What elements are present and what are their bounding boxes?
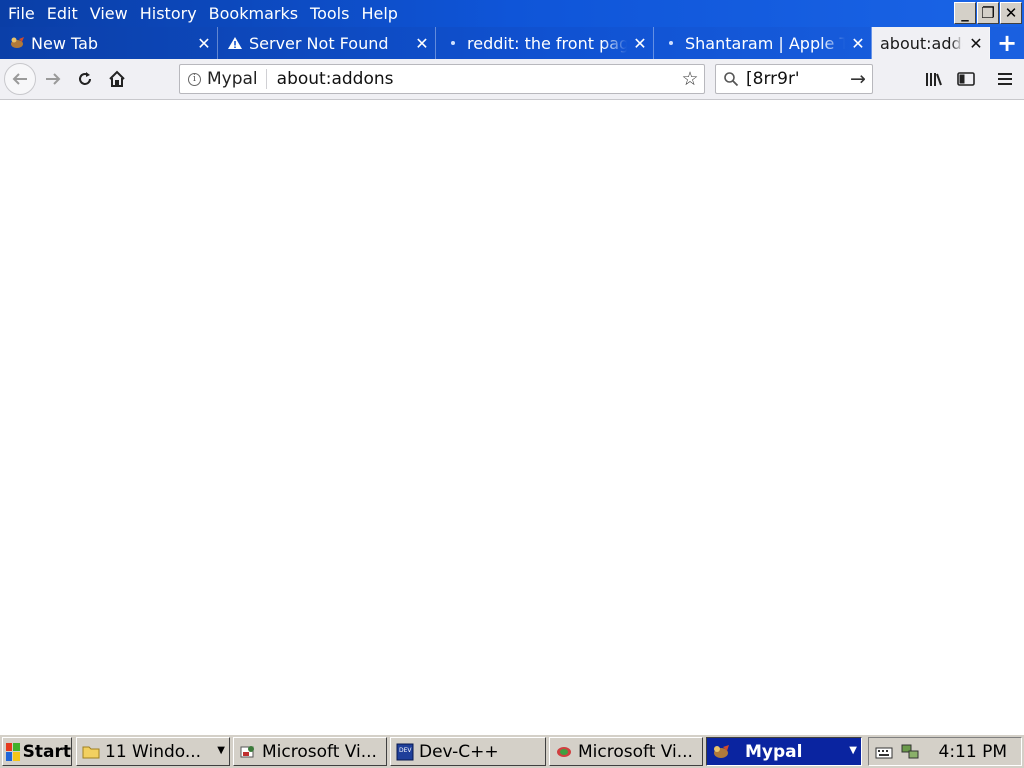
navigation-toolbar: i Mypal about:addons ☆ [8rr9r' → [0, 59, 1024, 100]
menu-bar: File Edit View History Bookmarks Tools H… [0, 0, 1024, 27]
window-controls: _ ❐ ✕ [954, 2, 1022, 24]
close-tab-icon[interactable]: ✕ [963, 34, 989, 53]
menu-file[interactable]: File [2, 0, 41, 27]
plus-icon: + [996, 29, 1018, 57]
menu-help[interactable]: Help [355, 0, 403, 27]
keyboard-icon[interactable] [873, 741, 895, 763]
close-tab-icon[interactable]: ✕ [627, 34, 653, 53]
arrow-right-icon [46, 73, 61, 85]
tab-title: Server Not Found [249, 33, 389, 53]
tab-reddit[interactable]: reddit: the front page ✕ [436, 27, 654, 59]
tab-shantaram[interactable]: Shantaram | Apple TV ✕ [654, 27, 872, 59]
visual-studio-icon [238, 743, 258, 761]
system-tray: 4:11 PM [868, 737, 1022, 766]
taskbar-button-visual-studio-2[interactable]: Microsoft Vi... [549, 737, 703, 766]
sidebar-toggle-button[interactable] [950, 63, 982, 95]
folder-icon [81, 743, 101, 761]
hamburger-icon [998, 73, 1012, 85]
svg-text:DEV: DEV [399, 747, 412, 754]
home-icon [109, 70, 125, 87]
start-label: Start [22, 741, 71, 762]
tab-server-not-found[interactable]: Server Not Found ✕ [218, 27, 436, 59]
forward-button[interactable] [37, 63, 69, 95]
mypal-icon [8, 36, 26, 50]
taskbar-button-label: Mypal [745, 741, 803, 762]
visual-studio-icon [554, 743, 574, 761]
taskbar-button-label: Dev-C++ [419, 741, 499, 762]
mypal-icon [711, 743, 731, 761]
menu-tools[interactable]: Tools [304, 0, 355, 27]
devcpp-icon: DEV [395, 743, 415, 761]
windows-taskbar: Start 11 Windo... ▼ Microsoft Vi... DEV … [0, 734, 1024, 768]
info-icon: i [188, 72, 201, 86]
restore-button[interactable]: ❐ [977, 2, 999, 24]
loading-dot-icon [662, 41, 680, 45]
new-tab-button[interactable]: + [990, 27, 1024, 59]
bookmark-star-icon[interactable]: ☆ [676, 68, 704, 90]
search-bar[interactable]: [8rr9r' → [715, 64, 873, 94]
tab-strip: New Tab ✕ Server Not Found ✕ reddit: the… [0, 27, 1024, 59]
menu-view[interactable]: View [84, 0, 134, 27]
search-icon [716, 71, 746, 87]
taskbar-button-label: Microsoft Vi... [262, 741, 377, 762]
tab-title: reddit: the front page [467, 33, 627, 53]
hamburger-menu-button[interactable] [989, 63, 1021, 95]
search-input[interactable]: [8rr9r' [746, 69, 844, 89]
close-tab-icon[interactable]: ✕ [191, 34, 217, 53]
minimize-button[interactable]: _ [954, 2, 976, 24]
home-button[interactable] [101, 63, 133, 95]
taskbar-button-visual-studio-1[interactable]: Microsoft Vi... [233, 737, 387, 766]
url-input[interactable]: about:addons [267, 69, 676, 89]
taskbar-button-label: 11 Windo... [105, 741, 202, 762]
start-button[interactable]: Start [2, 737, 72, 766]
menu-bookmarks[interactable]: Bookmarks [203, 0, 304, 27]
group-arrow-icon: ▼ [849, 745, 857, 756]
identity-label: Mypal [207, 69, 258, 89]
tab-title: New Tab [31, 33, 99, 53]
tab-title: Shantaram | Apple TV [685, 33, 845, 53]
network-icon[interactable] [899, 741, 921, 763]
arrow-left-icon [12, 73, 27, 85]
taskbar-button-label: Microsoft Vi... [578, 741, 693, 762]
loading-dot-icon [444, 41, 462, 45]
menu-history[interactable]: History [134, 0, 203, 27]
windows-logo-icon [6, 742, 20, 761]
back-button[interactable] [4, 63, 36, 95]
close-window-button[interactable]: ✕ [1000, 2, 1022, 24]
tab-new-tab[interactable]: New Tab ✕ [0, 27, 218, 59]
tab-title: about:addons [880, 33, 963, 53]
close-tab-icon[interactable]: ✕ [409, 34, 435, 53]
taskbar-button-windows-explorer[interactable]: 11 Windo... ▼ [76, 737, 230, 766]
reload-button[interactable] [69, 63, 101, 95]
taskbar-button-mypal[interactable]: Mypal ▼ [706, 737, 862, 766]
page-content [0, 100, 1024, 734]
main-menu: File Edit View History Bookmarks Tools H… [0, 0, 404, 27]
group-arrow-icon: ▼ [217, 745, 225, 756]
url-bar[interactable]: i Mypal about:addons ☆ [179, 64, 705, 94]
site-identity-button[interactable]: i Mypal [180, 69, 267, 89]
taskbar-button-devcpp[interactable]: DEV Dev-C++ [390, 737, 546, 766]
close-tab-icon[interactable]: ✕ [845, 34, 871, 53]
library-button[interactable] [918, 63, 950, 95]
tab-about-addons[interactable]: about:addons ✕ [872, 27, 990, 59]
warning-icon [226, 36, 244, 50]
sidebar-icon [957, 72, 975, 86]
clock: 4:11 PM [938, 741, 1008, 762]
reload-icon [79, 72, 91, 85]
menu-edit[interactable]: Edit [41, 0, 84, 27]
library-icon [926, 73, 942, 86]
search-go-arrow-icon[interactable]: → [844, 68, 872, 90]
